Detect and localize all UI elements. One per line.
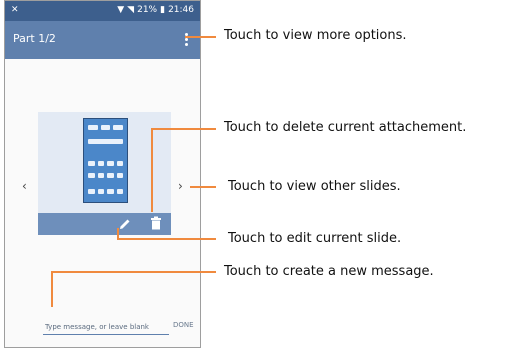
delete-icon[interactable]: [150, 216, 162, 230]
slide-thumbnail: [83, 118, 128, 203]
menu-icon[interactable]: [180, 28, 192, 50]
signal-icon: ◥: [127, 5, 135, 15]
callout-new-message: Touch to create a new message.: [224, 264, 434, 279]
chevron-right-icon[interactable]: ›: [178, 179, 183, 193]
callout-leader-edit-vertical: [117, 228, 119, 240]
message-input-underline: [43, 334, 169, 335]
callout-leader-slides: [190, 186, 216, 188]
thumbnail-row: [88, 173, 123, 178]
callout-leader-options: [185, 36, 216, 38]
callout-edit: Touch to edit current slide.: [228, 231, 402, 246]
callout-leader-edit: [118, 238, 216, 240]
wifi-icon: ▼: [117, 5, 125, 15]
message-input[interactable]: [45, 321, 169, 333]
done-button[interactable]: DONE: [173, 321, 194, 329]
status-bar: ✕ ▼ ◥ 21% ▮ 21:46: [5, 1, 200, 21]
callout-options: Touch to view more options.: [224, 28, 407, 43]
thumbnail-row: [88, 189, 123, 194]
callout-leader-delete-vertical: [151, 128, 153, 212]
status-indicators: ▼ ◥ 21% ▮ 21:46: [117, 5, 194, 15]
thumbnail-row: [88, 139, 123, 144]
app-bar: Part 1/2: [5, 21, 200, 59]
battery-percent: 21%: [137, 5, 158, 15]
thumbnail-row: [88, 125, 124, 130]
thumbnail-row: [88, 161, 123, 166]
callout-other-slides: Touch to view other slides.: [228, 179, 401, 194]
page-title: Part 1/2: [13, 32, 56, 45]
callout-leader-new-message-vertical: [51, 271, 53, 307]
edit-icon[interactable]: [118, 217, 132, 231]
clock: 21:46: [168, 5, 194, 15]
notification-icon: ✕: [11, 5, 19, 15]
battery-icon: ▮: [160, 5, 166, 15]
callout-leader-delete: [152, 128, 216, 130]
callout-leader-new-message: [52, 271, 216, 273]
callout-delete: Touch to delete current attachement.: [224, 120, 467, 135]
phone-screen: ✕ ▼ ◥ 21% ▮ 21:46 Part 1/2 ‹ › DO: [4, 0, 201, 348]
chevron-left-icon[interactable]: ‹: [22, 179, 27, 193]
